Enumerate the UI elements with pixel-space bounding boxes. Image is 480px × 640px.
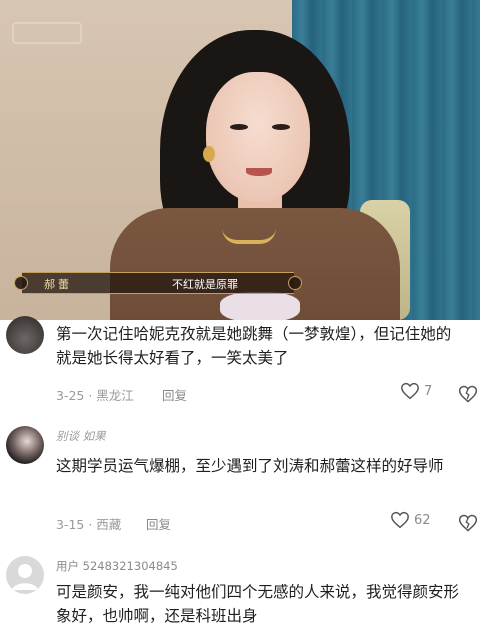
comment-text: 第一次记住哈妮克孜就是她跳舞（一梦敦煌），但记住她的就是她长得太好看了，一笑太美… — [56, 325, 452, 367]
avatar[interactable] — [6, 316, 44, 354]
broken-heart-icon[interactable] — [458, 384, 478, 404]
comment-username[interactable]: 用户 5248321304845 — [56, 558, 178, 574]
comment-date-location: 3-15 · 西藏 — [56, 517, 122, 532]
mouth — [246, 168, 272, 176]
comment-text: 这期学员运气爆棚，至少遇到了刘涛和郝蕾这样的好导师 — [56, 457, 444, 475]
subtitle-speaker-name: 郝蕾 — [44, 278, 72, 291]
broken-heart-icon[interactable] — [458, 513, 478, 533]
comment-item: 用户 5248321304845 可是颜安，我一纯对他们四个无感的人来说，我觉得… — [0, 548, 480, 640]
subtitle-caption: 不红就是原罪 — [172, 278, 238, 291]
like-button[interactable]: 62 — [390, 511, 431, 529]
subtitle-bar: 郝蕾 不红就是原罪 — [14, 272, 302, 294]
like-button[interactable]: 7 — [400, 382, 432, 400]
reply-button[interactable]: 回复 — [162, 385, 187, 404]
left-eye — [230, 124, 248, 130]
comment-item: 别谈 如果 这期学员运气爆棚，至少遇到了刘涛和郝蕾这样的好导师 3-15 · 西… — [0, 420, 480, 540]
broadcaster-watermark — [12, 22, 82, 44]
comment-date-location: 3-25 · 黑龙江 — [56, 388, 134, 403]
comment-text: 可是颜安，我一纯对他们四个无感的人来说，我觉得颜安形象好，也帅啊，还是科班出身 — [56, 583, 460, 625]
like-count: 62 — [414, 512, 431, 528]
necklace — [222, 228, 276, 244]
video-frame[interactable]: 郝蕾 不红就是原罪 — [0, 0, 480, 320]
subtitle-ornament-left — [14, 276, 28, 290]
default-user-avatar-icon[interactable] — [6, 556, 44, 594]
person-silhouette-icon — [12, 564, 38, 590]
earring — [203, 146, 215, 162]
like-count: 7 — [424, 383, 433, 399]
avatar[interactable] — [6, 426, 44, 464]
right-eye — [272, 124, 290, 130]
reply-button[interactable]: 回复 — [146, 514, 171, 533]
heart-outline-icon — [401, 382, 419, 400]
person-face — [206, 72, 310, 202]
heart-outline-icon — [391, 511, 409, 529]
comment-item: 第一次记住哈妮克孜就是她跳舞（一梦敦煌），但记住她的就是她长得太好看了，一笑太美… — [0, 312, 480, 412]
comment-username[interactable]: 别谈 如果 — [56, 428, 106, 444]
subtitle-ornament-right — [288, 276, 302, 290]
